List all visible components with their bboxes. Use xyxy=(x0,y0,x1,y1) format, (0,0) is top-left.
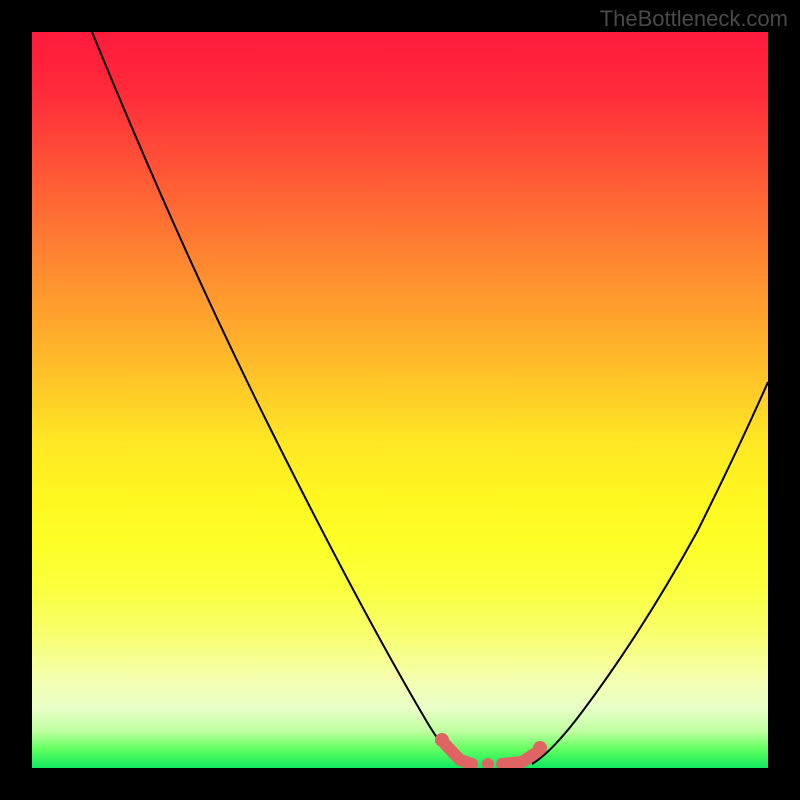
marker-dot xyxy=(533,741,547,755)
curve-right xyxy=(532,382,768,764)
watermark-text: TheBottleneck.com xyxy=(600,6,788,32)
marker-dot xyxy=(482,758,494,768)
marker-right-segment xyxy=(502,752,537,764)
chart-container: TheBottleneck.com xyxy=(0,0,800,800)
curve-svg xyxy=(32,32,768,768)
curve-left xyxy=(92,32,464,764)
plot-area xyxy=(32,32,768,768)
marker-left-segment xyxy=(445,744,472,764)
